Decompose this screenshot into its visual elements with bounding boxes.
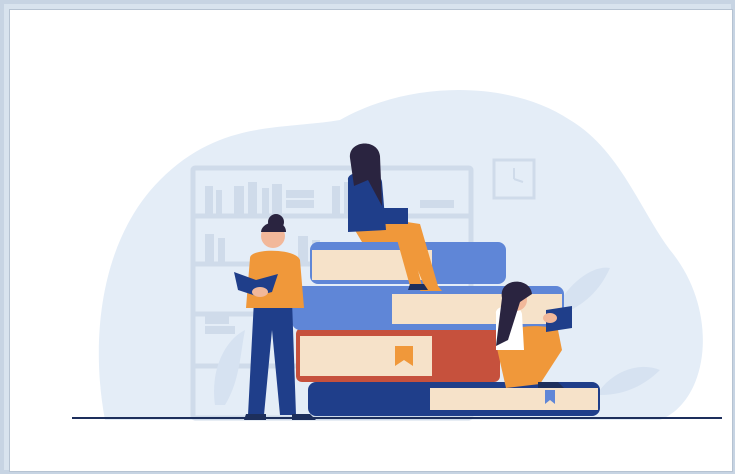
screenshot-frame: [0, 0, 735, 474]
illustration-card: [9, 9, 733, 472]
reading-illustration: [72, 90, 722, 421]
